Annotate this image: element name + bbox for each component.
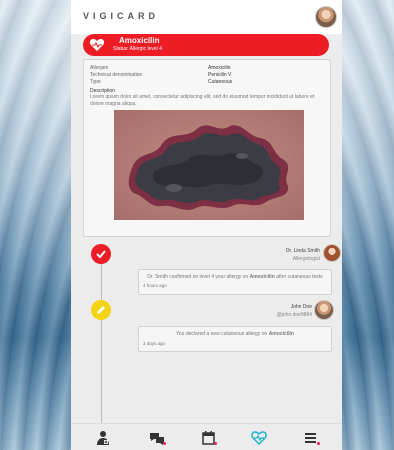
timeline-declared-marker	[91, 300, 111, 320]
nav-calendar[interactable]	[200, 429, 218, 447]
timeline-confirmed-marker	[91, 244, 111, 264]
message-time: 3 days ago	[143, 341, 166, 346]
timeline-message: You declared a new cutaneous allergy on …	[138, 326, 332, 352]
alert-drug-name: Amoxicilin	[119, 36, 160, 45]
nav-menu[interactable]	[302, 429, 320, 447]
detail-label: Type	[90, 79, 101, 85]
message-time: 4 hours ago	[143, 283, 167, 288]
nav-medical-profile[interactable]	[94, 429, 112, 447]
notification-badge	[163, 442, 166, 445]
detail-label: Technical denomination	[90, 72, 143, 78]
app-window: VIGICARD Amoxicilin Status: Allergic lev…	[71, 0, 342, 450]
author-name: Dr. Linda Smith	[285, 248, 320, 254]
detail-label: Allergen	[90, 65, 109, 71]
heart-pulse-icon	[89, 39, 105, 51]
nav-chat[interactable]	[148, 429, 166, 447]
nav-allergies[interactable]	[250, 429, 268, 447]
user-avatar[interactable]	[315, 6, 337, 28]
author-role: Allergologist	[292, 256, 320, 262]
timeline-message: Dr. Smith confirmed on level 4 your alle…	[138, 269, 332, 295]
doctor-avatar[interactable]	[323, 244, 341, 262]
medical-profile-icon	[97, 431, 109, 445]
app-logo: VIGICARD	[83, 11, 160, 21]
message-text: You declared a new cutaneous allergy on …	[176, 331, 294, 337]
message-text: Dr. Smith confirmed on level 4 your alle…	[147, 274, 323, 280]
author-handle: @john.doe9884	[276, 312, 312, 318]
detail-value: Cutaneous	[208, 79, 233, 85]
app-header: VIGICARD	[71, 0, 342, 34]
user-avatar-small[interactable]	[314, 300, 334, 320]
skin-reaction-photo[interactable]	[114, 110, 304, 220]
allergy-details-card: Allergen Amoxicilin Technical denominati…	[83, 59, 331, 237]
description-text: Lorem ipsum dolor sit amet, consectetur …	[90, 94, 315, 107]
heartbeat-icon	[251, 431, 267, 446]
check-icon	[96, 250, 106, 259]
notification-badge	[214, 442, 217, 445]
detail-value: Penicilin V	[208, 72, 232, 78]
alert-status: Status: Allergic level 4	[113, 46, 162, 52]
detail-value: Amoxicilin	[208, 65, 231, 71]
pencil-icon	[97, 306, 105, 314]
allergy-alert-banner[interactable]: Amoxicilin Status: Allergic level 4	[83, 34, 329, 56]
bottom-navigation	[71, 423, 342, 450]
timeline-line	[101, 248, 102, 423]
notification-badge	[317, 442, 320, 445]
author-name: John Doe	[290, 304, 312, 310]
